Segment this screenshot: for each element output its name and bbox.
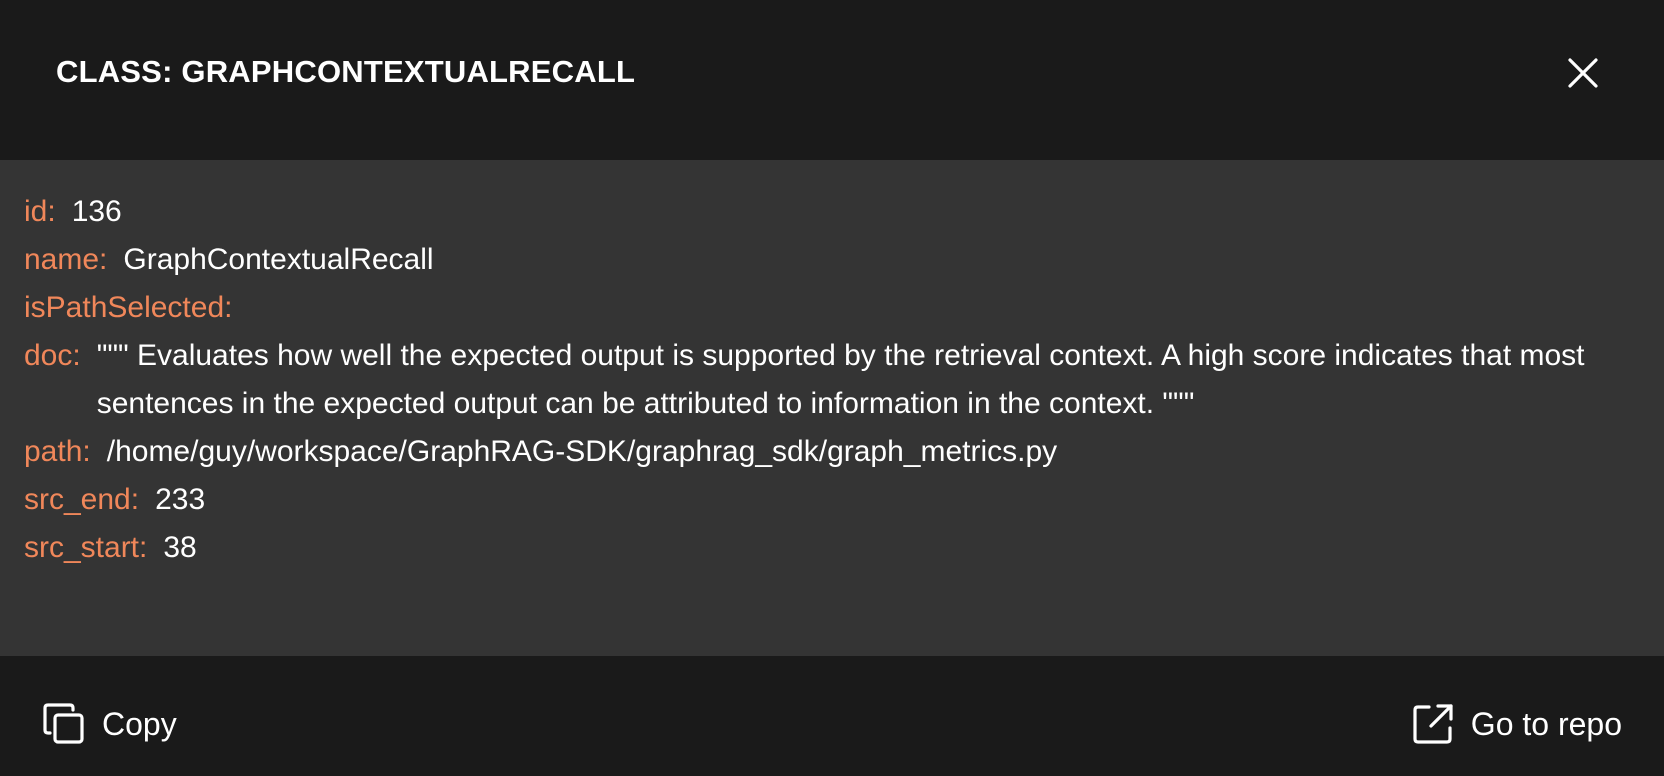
go-to-repo-button[interactable]: Go to repo	[1409, 700, 1622, 748]
property-key: isPathSelected:	[24, 291, 233, 324]
close-icon	[1568, 58, 1598, 88]
property-row-ispathselected: isPathSelected:	[24, 284, 1624, 332]
property-value: /home/guy/workspace/GraphRAG-SDK/graphra…	[106, 435, 1058, 468]
property-value: """ Evaluates how well the expected outp…	[96, 339, 1593, 420]
copy-label: Copy	[102, 706, 177, 742]
property-value: 136	[71, 195, 122, 228]
copy-icon	[40, 700, 88, 748]
copy-button[interactable]: Copy	[40, 700, 177, 748]
go-to-repo-label: Go to repo	[1470, 706, 1622, 742]
property-key: doc:	[24, 339, 81, 372]
panel-header: CLASS: GRAPHCONTEXTUALRECALL	[0, 0, 1664, 160]
property-key: path:	[24, 435, 91, 468]
property-value: 233	[155, 483, 206, 516]
property-row-doc: doc: """ Evaluates how well the expected…	[24, 332, 1624, 428]
property-row-path: path: /home/guy/workspace/GraphRAG-SDK/g…	[24, 428, 1624, 476]
panel-footer: Copy Go to repo	[0, 656, 1664, 776]
close-button[interactable]	[1560, 50, 1606, 96]
class-details-panel: CLASS: GRAPHCONTEXTUALRECALL id: 136 nam…	[0, 0, 1664, 776]
property-row-src-end: src_end: 233	[24, 476, 1624, 524]
property-key: src_end:	[24, 483, 140, 516]
property-value: GraphContextualRecall	[123, 243, 434, 276]
property-row-id: id: 136	[24, 188, 1624, 236]
property-value: 38	[163, 531, 197, 564]
property-list: id: 136 name: GraphContextualRecall isPa…	[24, 188, 1624, 572]
property-key: src_start:	[24, 531, 148, 564]
panel-title: CLASS: GRAPHCONTEXTUALRECALL	[56, 54, 636, 89]
external-link-icon	[1409, 700, 1457, 748]
properties-section: id: 136 name: GraphContextualRecall isPa…	[0, 160, 1664, 656]
property-row-src-start: src_start: 38	[24, 524, 1624, 572]
property-row-name: name: GraphContextualRecall	[24, 236, 1624, 284]
property-key: id:	[24, 195, 56, 228]
property-key: name:	[24, 243, 108, 276]
